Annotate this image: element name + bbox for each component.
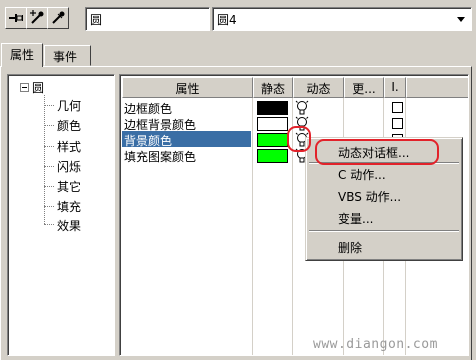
swatch-border-bg-color[interactable] (257, 117, 288, 131)
row-background-color-label[interactable]: 背景颜色 (124, 132, 172, 149)
tree-item-style[interactable]: 样式 (57, 138, 81, 155)
tab-properties[interactable]: 属性 (1, 43, 43, 67)
watermark: www.diangon.com (313, 337, 438, 352)
dropper-plus-icon (30, 10, 44, 24)
collapse-icon[interactable] (20, 83, 29, 92)
tree-item-other[interactable]: 其它 (57, 178, 81, 195)
dropdown-arrow-icon[interactable] (457, 17, 465, 22)
header-dynamic[interactable]: 动态 (293, 77, 344, 98)
tree-item-flash[interactable]: 闪烁 (57, 158, 81, 175)
tree-connector (44, 206, 54, 207)
tree-connector (44, 166, 54, 167)
header-indirect[interactable]: I. (384, 77, 406, 98)
menu-separator (309, 230, 459, 232)
dropper-button[interactable] (47, 7, 69, 29)
swatch-background-color[interactable] (257, 133, 288, 147)
header-static[interactable]: 静态 (253, 77, 293, 98)
tree-guide-line (44, 95, 45, 224)
object-name-value: 圆4 (217, 13, 237, 27)
object-type-label: 圆 (90, 13, 103, 27)
tree-connector (44, 186, 54, 187)
header-more[interactable]: 更... (344, 77, 384, 98)
header-property[interactable]: 属性 (122, 77, 253, 98)
pin-button[interactable] (5, 7, 27, 29)
swatch-border-color[interactable] (257, 101, 288, 115)
row-fill-pattern-color-label[interactable]: 填充图案颜色 (124, 148, 196, 165)
highlight-ring-menu-item (315, 139, 439, 165)
tree-connector (44, 105, 54, 106)
tree-item-fill[interactable]: 填充 (57, 198, 81, 215)
header-filler (406, 77, 468, 98)
tab-properties-label: 属性 (10, 48, 35, 62)
tree-item-effect[interactable]: 效果 (57, 217, 81, 234)
tree-item-geometry[interactable]: 几何 (57, 97, 81, 114)
object-name-dropdown[interactable]: 圆4 (212, 7, 472, 31)
highlight-ring-bulb (287, 126, 311, 152)
lightbulb-icon[interactable] (295, 100, 309, 116)
row-border-bg-color-label[interactable]: 边框背景颜色 (124, 116, 196, 133)
tree-connector (44, 125, 54, 126)
menu-item-variable[interactable]: 变量... (338, 210, 373, 227)
menu-item-vbs-action[interactable]: VBS 动作... (338, 188, 401, 205)
menu-item-c-action[interactable]: C 动作... (338, 166, 386, 183)
tree-root[interactable]: 圆 (32, 79, 44, 96)
row-border-color-label[interactable]: 边框颜色 (124, 100, 172, 117)
object-type-field: 圆 (85, 7, 210, 31)
tree-connector (44, 224, 54, 225)
indirect-checkbox[interactable] (392, 118, 403, 129)
column-divider (252, 98, 253, 355)
dropper-plus-button[interactable] (26, 7, 48, 29)
menu-item-delete[interactable]: 删除 (338, 239, 362, 256)
tab-events-label: 事件 (53, 50, 78, 64)
dropper-icon (52, 11, 65, 24)
indirect-checkbox[interactable] (392, 102, 403, 113)
pin-icon (9, 14, 23, 22)
tab-events[interactable]: 事件 (44, 45, 91, 66)
swatch-fill-pattern-color[interactable] (257, 149, 288, 163)
property-tree: 圆 几何 颜色 样式 闪烁 其它 填充 效果 (7, 74, 115, 356)
tree-connector (44, 146, 54, 147)
tree-item-color[interactable]: 颜色 (57, 117, 81, 134)
